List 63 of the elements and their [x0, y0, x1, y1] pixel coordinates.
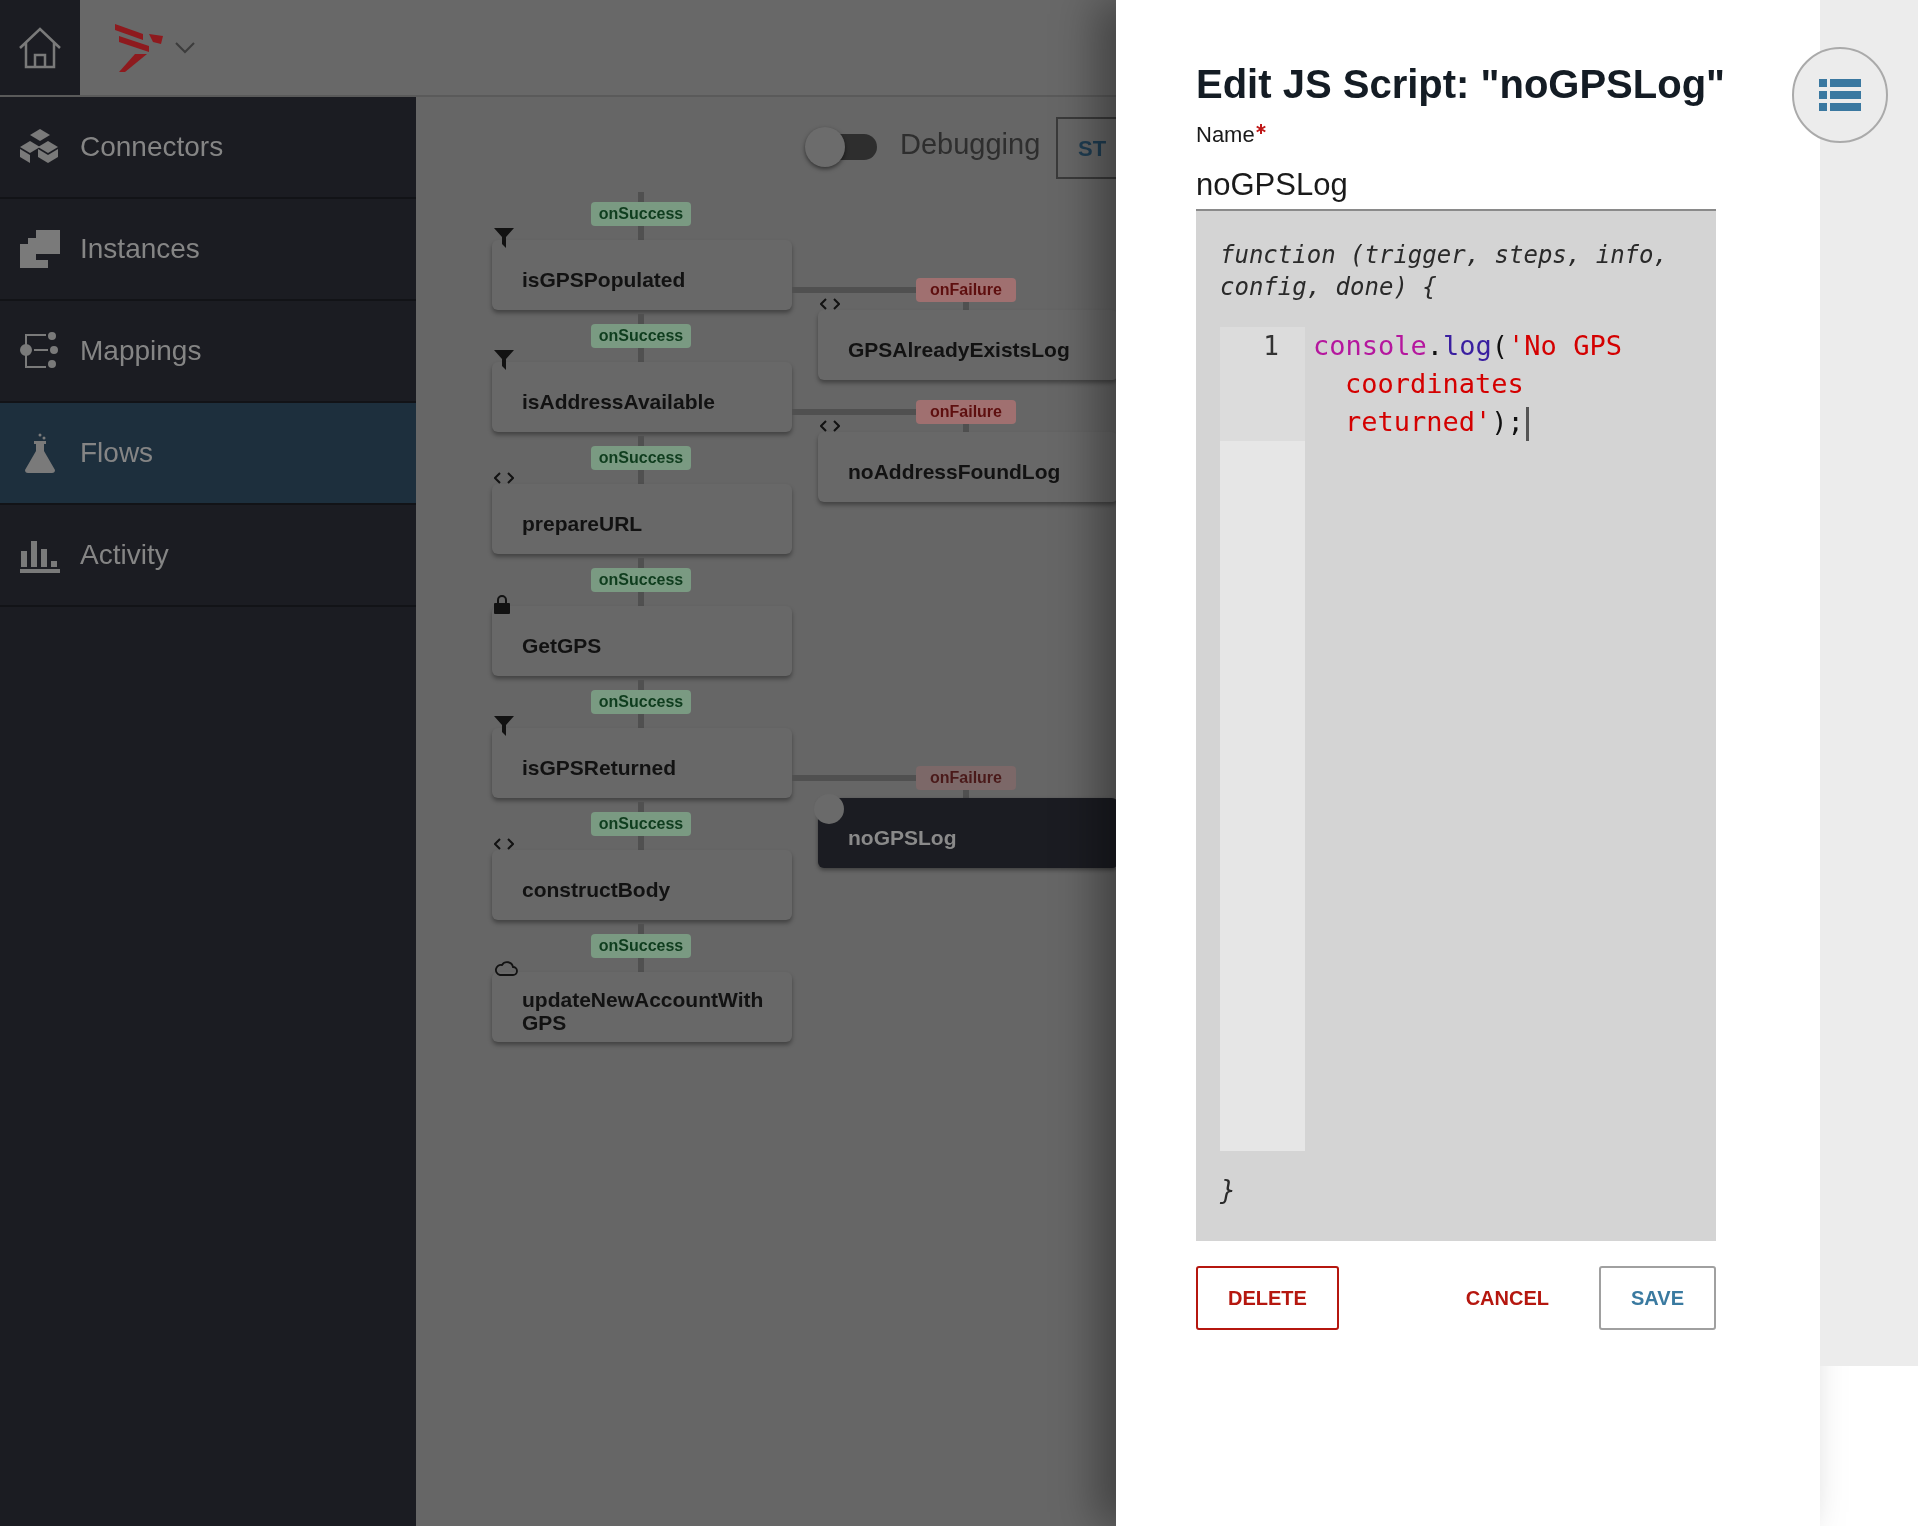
name-input[interactable]: noGPSLog — [1196, 161, 1716, 211]
flask-icon — [24, 433, 56, 473]
flow-step-name: isGPSReturned — [522, 755, 677, 779]
edge-label: onSuccess — [591, 690, 691, 714]
chevron-down-icon — [175, 41, 195, 54]
flow-step-card[interactable]: GPSAlreadyExistsLog — [818, 310, 1116, 380]
flow-step-name: constructBody — [522, 877, 671, 901]
edge-label: onSuccess — [591, 446, 691, 470]
flow-step-name: isGPSPopulated — [522, 267, 686, 291]
edge-label: onFailure — [916, 400, 1016, 424]
code-icon — [494, 472, 514, 484]
edge-label: onFailure — [916, 278, 1016, 302]
flow-step-card[interactable]: prepareURL — [492, 484, 792, 554]
debugging-toggle[interactable] — [805, 127, 879, 167]
action-button[interactable]: SAVE — [1599, 1266, 1716, 1330]
flow-step-name: isAddressAvailable — [522, 389, 715, 413]
text-cursor — [1525, 406, 1529, 441]
line-number: 1 — [1220, 327, 1305, 441]
flow-step-card[interactable]: noAddressFoundLog — [818, 432, 1116, 502]
flow-step-card[interactable]: noGPSLog — [818, 798, 1116, 868]
flow-step-card[interactable]: GetGPS — [492, 606, 792, 676]
function-signature: function (trigger, steps, info, config, done) { — [1220, 240, 1669, 303]
edge-label: onSuccess — [591, 568, 691, 592]
flow-step-card[interactable]: constructBody — [492, 850, 792, 920]
code-icon — [820, 420, 840, 432]
panel-title: Edit JS Script: "noGPSLog" — [1196, 61, 1727, 108]
action-button[interactable]: DELETE — [1196, 1266, 1339, 1330]
code-icon — [494, 838, 514, 850]
flow-step-name: updateNewAccountWithGPS — [522, 988, 765, 1034]
edge-label: onSuccess — [591, 324, 691, 348]
flow-step-card[interactable]: isAddressAvailable — [492, 362, 792, 432]
flow-step-card[interactable]: updateNewAccountWithGPS — [492, 972, 792, 1042]
flow-step-card[interactable]: isGPSReturned — [492, 728, 792, 798]
funnel-icon — [494, 350, 514, 370]
flow-step-name: noGPSLog — [848, 825, 957, 849]
home-icon — [17, 25, 63, 70]
code-editor[interactable]: function (trigger, steps, info, config, done) { 1 console.log('No GPS coordinates returned'); } — [1196, 211, 1716, 1241]
sidebar-item[interactable]: Flows — [0, 403, 416, 505]
edge-label: onSuccess — [591, 934, 691, 958]
action-button[interactable]: CANCEL — [1455, 1266, 1559, 1330]
flow-step-name: noAddressFoundLog — [848, 459, 1061, 483]
home-button[interactable] — [0, 0, 80, 95]
mapping-dots-icon — [20, 332, 60, 370]
stacked-squares-icon — [20, 230, 60, 268]
drag-handle[interactable] — [814, 794, 844, 824]
flow-step-name: GPSAlreadyExistsLog — [848, 337, 1070, 361]
logo-icon — [115, 23, 165, 72]
lock-icon — [494, 594, 510, 614]
edge-label: onFailure — [916, 766, 1016, 790]
flow-step-name: GetGPS — [522, 633, 602, 657]
edge-label: onSuccess — [591, 812, 691, 836]
cloud-icon — [494, 960, 518, 976]
closing-brace: } — [1220, 1174, 1237, 1207]
edge-label: onSuccess — [591, 202, 691, 226]
funnel-icon — [494, 716, 514, 736]
flow-step-card[interactable]: isGPSPopulated — [492, 240, 792, 310]
debugging-label: Debugging — [900, 127, 1041, 162]
field-label: Name — [1196, 121, 1255, 149]
funnel-icon — [494, 228, 514, 248]
code-line: console.log('No GPS coordinates returned'); — [1305, 327, 1692, 441]
code-icon — [820, 298, 840, 310]
flow-step-name: prepareURL — [522, 511, 643, 535]
list-icon — [1819, 79, 1861, 111]
